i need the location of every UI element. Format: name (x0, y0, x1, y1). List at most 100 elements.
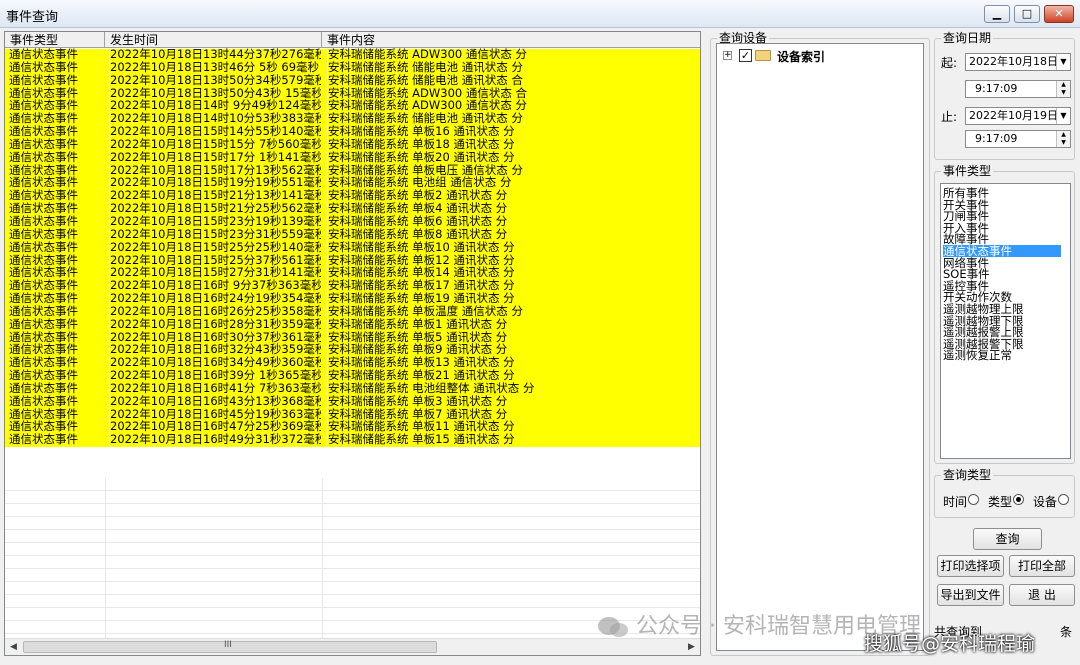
device-index-checkbox[interactable]: ✓ (739, 49, 752, 62)
cell-event-type: 通信状态事件 (9, 60, 78, 74)
end-time-value: 9:17:09 (975, 132, 1018, 145)
start-time-field[interactable]: 9:17:09 ▲ ▼ (965, 80, 1071, 98)
scrollbar-grip: III (224, 640, 232, 650)
column-header-content[interactable]: 事件内容 (322, 32, 700, 48)
cell-event-type: 通信状态事件 (9, 369, 78, 383)
minimize-icon: ▁ (992, 7, 1002, 20)
cell-event-type: 通信状态事件 (9, 343, 78, 357)
event-type-list[interactable]: 所有事件 开关事件 刀闸事件 开入事件 故障事件 通信状态事件 网络事件 SOE事件 遥控事件开… (940, 183, 1071, 459)
cell-time: 2022年10月18日15时25分25秒140毫秒 (109, 240, 321, 254)
cell-content: 安科瑞储能系统 储能电池 通讯状态 分 (327, 60, 700, 74)
close-icon: ✕ (1054, 7, 1064, 20)
cell-content: 安科瑞储能系统 单板11 通讯状态 分 (327, 420, 700, 434)
cell-time: 2022年10月18日16时39分 1秒365毫秒 (109, 369, 321, 383)
start-label: 起: (941, 56, 958, 70)
cell-time: 2022年10月18日16时49分31秒372毫秒 (109, 433, 321, 447)
end-date-value: 2022年10月19日 (969, 109, 1058, 122)
title-bar: 事件查询 ▁ □ ✕ (0, 0, 1080, 28)
cell-time: 2022年10月18日15时17分13秒562毫秒 (109, 163, 321, 177)
chevron-down-icon[interactable]: ▼ (1056, 108, 1070, 124)
device-tree[interactable]: + ✓ 设备索引 (716, 43, 924, 651)
cell-event-type: 通信状态事件 (9, 202, 78, 216)
cell-content: 安科瑞储能系统 单板12 通讯状态 分 (327, 253, 700, 267)
cell-event-type: 通信状态事件 (9, 279, 78, 293)
close-button[interactable]: ✕ (1044, 5, 1074, 23)
chevron-down-icon[interactable]: ▼ (1056, 54, 1070, 70)
result-count-suffix: 条 (1060, 625, 1073, 639)
cell-content: 安科瑞储能系统 单板2 通讯状态 分 (327, 189, 700, 203)
cell-event-type: 通信状态事件 (9, 214, 78, 228)
radio-time[interactable] (968, 494, 979, 505)
minimize-button[interactable]: ▁ (984, 5, 1010, 23)
cell-event-type: 通信状态事件 (9, 381, 78, 395)
exit-button[interactable]: 退 出 (1009, 584, 1075, 606)
export-file-button[interactable]: 导出到文件 (937, 584, 1004, 606)
cell-event-type: 通信状态事件 (9, 330, 78, 344)
column-header-time[interactable]: 发生时间 (105, 32, 322, 48)
cell-time: 2022年10月18日16时28分31秒359毫秒 (109, 317, 321, 331)
maximize-button[interactable]: □ (1014, 5, 1040, 23)
end-time-field[interactable]: 9:17:09 ▲ ▼ (965, 130, 1071, 148)
scroll-right-icon[interactable]: ▶ (683, 639, 700, 655)
cell-event-type: 通信状态事件 (9, 137, 78, 151)
horizontal-scrollbar[interactable]: ◀ III ▶ (5, 638, 700, 655)
spin-down-icon[interactable]: ▼ (1057, 89, 1070, 97)
cell-event-type: 通信状态事件 (9, 73, 78, 87)
start-time-spinner[interactable]: ▲ ▼ (1056, 81, 1070, 97)
spin-down-icon[interactable]: ▼ (1057, 139, 1070, 147)
cell-time: 2022年10月18日15时21分13秒141毫秒 (109, 189, 321, 203)
cell-content: 安科瑞储能系统 单板4 通讯状态 分 (327, 202, 700, 216)
cell-time: 2022年10月18日16时43分13秒368毫秒 (109, 394, 321, 408)
cell-time: 2022年10月18日13时46分 5秒 69毫秒 (109, 60, 320, 74)
cell-time: 2022年10月18日15时23分19秒139毫秒 (109, 214, 321, 228)
cell-event-type: 通信状态事件 (9, 266, 78, 280)
spin-up-icon[interactable]: ▲ (1057, 81, 1070, 89)
scroll-left-icon[interactable]: ◀ (5, 639, 22, 655)
cell-content: 安科瑞储能系统 单板8 通讯状态 分 (327, 227, 700, 241)
table-row[interactable]: 通信状态事件 2022年10月18日16时49分31秒372毫秒 安科瑞储能系统 单… (5, 433, 700, 448)
cell-time: 2022年10月18日15时21分25秒562毫秒 (109, 202, 321, 216)
cell-event-type: 通信状态事件 (9, 125, 78, 139)
cell-event-type: 通信状态事件 (9, 253, 78, 267)
cell-event-type: 通信状态事件 (9, 86, 78, 100)
start-date-value: 2022年10月18日 (969, 55, 1058, 68)
cell-time: 2022年10月18日13时44分37秒276毫秒 (109, 48, 321, 61)
cell-time: 2022年10月18日13时50分34秒579毫秒 (109, 73, 321, 87)
cell-time: 2022年10月18日15时19分19秒551毫秒 (109, 176, 321, 190)
end-date-picker[interactable]: 2022年10月19日 ▼ (965, 107, 1071, 125)
cell-time: 2022年10月18日13时50分43秒 15毫秒 (109, 86, 321, 100)
radio-device[interactable] (1058, 494, 1069, 505)
cell-event-type: 通信状态事件 (9, 394, 78, 408)
cell-content: 安科瑞储能系统 单板15 通讯状态 分 (327, 433, 700, 447)
print-selected-button[interactable]: 打印选择项 (937, 555, 1004, 577)
event-grid[interactable]: 事件类型 发生时间 事件内容 通信状态事件 2022年10月18日13时44分37… (4, 31, 701, 656)
cell-time: 2022年10月18日15时15分 7秒560毫秒 (109, 137, 321, 151)
scrollbar-thumb[interactable]: III (23, 640, 437, 653)
event-type-item[interactable]: 遥测恢复正常 (943, 349, 1061, 361)
cell-content: 安科瑞储能系统 单板6 通讯状态 分 (327, 214, 700, 228)
print-all-button[interactable]: 打印全部 (1009, 555, 1075, 577)
cell-content: 安科瑞储能系统 单板17 通讯状态 分 (327, 279, 700, 293)
expand-icon[interactable]: + (723, 51, 732, 60)
column-header-event-type[interactable]: 事件类型 (5, 32, 105, 48)
cell-event-type: 通信状态事件 (9, 420, 78, 434)
query-type-title: 查询类型 (941, 468, 994, 482)
cell-time: 2022年10月18日16时41分 7秒363毫秒 (109, 381, 321, 395)
cell-content: 安科瑞储能系统 单板10 通讯状态 分 (327, 240, 700, 254)
cell-event-type: 通信状态事件 (9, 317, 78, 331)
cell-time: 2022年10月18日16时26分25秒358毫秒 (109, 304, 321, 318)
cell-event-type: 通信状态事件 (9, 227, 78, 241)
cell-content: 安科瑞储能系统 单板18 通讯状态 分 (327, 137, 700, 151)
cell-event-type: 通信状态事件 (9, 189, 78, 203)
cell-content: 安科瑞储能系统 单板20 通讯状态 分 (327, 150, 700, 164)
end-time-spinner[interactable]: ▲ ▼ (1056, 131, 1070, 147)
start-date-picker[interactable]: 2022年10月18日 ▼ (965, 53, 1071, 71)
query-type-group: 查询类型 时间 类型 设备 (934, 468, 1075, 518)
query-button[interactable]: 查询 (973, 528, 1042, 550)
radio-type[interactable] (1013, 494, 1024, 505)
cell-content: 安科瑞储能系统 ADW300 通信状态 分 (327, 99, 700, 113)
cell-time: 2022年10月18日16时30分37秒361毫秒 (109, 330, 321, 344)
event-type-group: 事件类型 所有事件 开关事件 刀闸事件 开入事件 故障事件 通信状态事件 网络事件 SOE事件… (934, 164, 1075, 464)
spin-up-icon[interactable]: ▲ (1057, 131, 1070, 139)
end-label: 止: (941, 110, 958, 124)
